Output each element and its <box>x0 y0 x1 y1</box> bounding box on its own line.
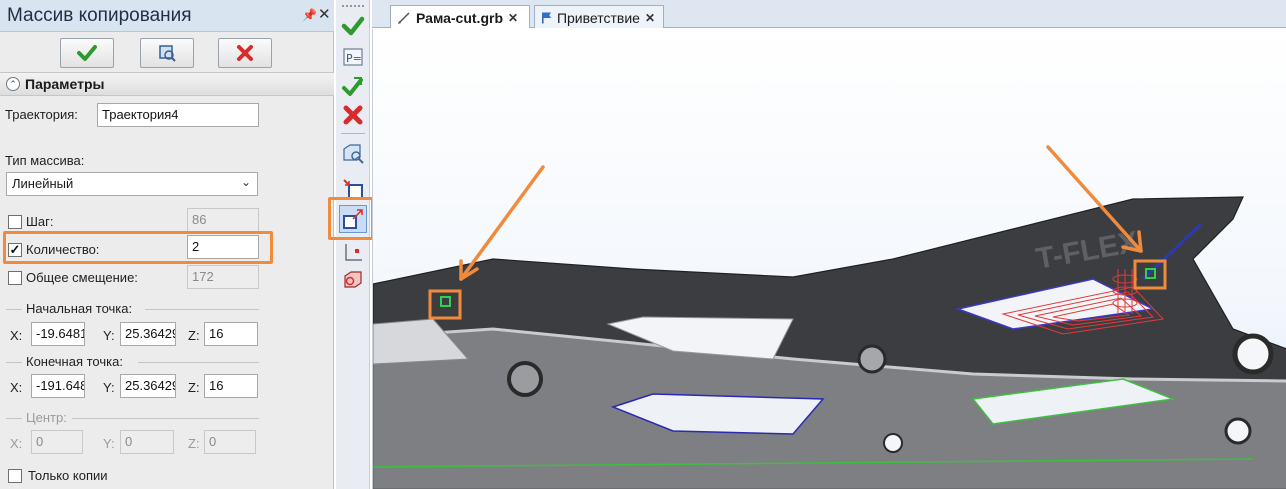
center-title: Центр: <box>26 410 67 425</box>
preview-icon <box>159 45 176 62</box>
divider <box>6 309 22 310</box>
tab-welcome[interactable]: Приветствие ✕ <box>534 5 664 28</box>
flag-icon <box>542 12 552 24</box>
ok-icon <box>341 16 365 36</box>
model-viewport[interactable]: T-FLEX <box>372 29 1286 489</box>
center-z-field[interactable]: 0 <box>204 430 256 454</box>
close-icon[interactable]: ✕ <box>508 11 518 25</box>
center-x-label: X: <box>10 436 23 451</box>
hole <box>883 433 903 453</box>
panel-header: Массив копирования 📌 ✕ <box>0 0 334 32</box>
center-y-field[interactable]: 0 <box>120 430 174 454</box>
step-field[interactable]: 86 <box>187 208 259 232</box>
array-type-value: Линейный <box>12 176 74 191</box>
toolbar-apply-button[interactable] <box>339 72 367 100</box>
parameters-section-header[interactable]: ⌃ Параметры <box>0 72 334 96</box>
vertical-toolbar: P= <box>336 0 370 489</box>
cancel-button[interactable] <box>218 38 272 68</box>
toolbar-cube-button[interactable] <box>339 266 367 294</box>
start-z-label: Z: <box>188 328 200 343</box>
start-x-label: X: <box>10 328 23 343</box>
trajectory-label: Траектория: <box>5 107 78 122</box>
svg-text:P=: P= <box>346 52 362 65</box>
count-field[interactable]: 2 <box>187 235 259 259</box>
end-y-field[interactable]: 25.36429 <box>120 374 176 398</box>
end-z-label: Z: <box>188 380 200 395</box>
toolbar-separator <box>341 133 365 134</box>
count-label: Количество: <box>26 242 100 257</box>
point-icon <box>345 244 362 261</box>
preview-button[interactable] <box>140 38 194 68</box>
count-checkbox[interactable]: ✓ <box>8 243 22 257</box>
tab-rama-cut[interactable]: Рама-cut.grb ✕ <box>390 5 530 28</box>
array-type-select[interactable]: Линейный ⌄ <box>6 172 258 196</box>
divider <box>145 309 259 310</box>
trajectory-field[interactable]: Траектория4 <box>97 103 259 127</box>
start-y-label: Y: <box>103 328 115 343</box>
center-z-label: Z: <box>188 436 200 451</box>
panel-title: Массив копирования <box>7 5 192 26</box>
start-x-field[interactable]: -19.6481 <box>31 322 85 346</box>
tab-label: Приветствие <box>556 10 640 26</box>
copies-only-checkbox[interactable] <box>8 469 22 483</box>
toolbar-params-button[interactable]: P= <box>339 43 367 71</box>
hole <box>507 361 543 397</box>
properties-panel: Массив копирования 📌 ✕ ⌃ Параметры Траек… <box>0 0 334 489</box>
toolbar-point-button[interactable] <box>339 239 367 267</box>
pin-icon[interactable]: 📌 <box>302 8 317 22</box>
apply-icon <box>342 77 363 96</box>
hole <box>1224 417 1252 445</box>
hole <box>1232 333 1274 375</box>
divider <box>72 418 259 419</box>
toolbar-cancel-button[interactable] <box>339 101 367 129</box>
close-icon[interactable]: ✕ <box>318 5 331 23</box>
divider <box>6 418 22 419</box>
start-z-field[interactable]: 16 <box>204 322 258 346</box>
document-icon <box>398 12 410 24</box>
total-offset-field[interactable]: 172 <box>187 265 259 289</box>
tab-label: Рама-cut.grb <box>416 10 504 26</box>
copies-only-label: Только копии <box>28 468 108 483</box>
checkmark-icon <box>77 45 97 61</box>
total-offset-checkbox[interactable] <box>8 271 22 285</box>
toolbar-preview-button[interactable] <box>339 139 367 167</box>
ok-button[interactable] <box>60 38 114 68</box>
cancel-icon <box>343 105 363 125</box>
end-point-title: Конечная точка: <box>26 354 123 369</box>
step-checkbox[interactable] <box>8 215 22 229</box>
center-y-label: Y: <box>103 436 115 451</box>
start-point-title: Начальная точка: <box>26 301 133 316</box>
chevron-down-icon: ⌄ <box>240 175 251 189</box>
divider <box>6 362 22 363</box>
close-icon[interactable]: ✕ <box>645 11 655 25</box>
toolbar-ok-button[interactable] <box>339 12 367 40</box>
collapse-icon[interactable]: ⌃ <box>6 77 20 91</box>
center-x-field[interactable]: 0 <box>31 430 83 454</box>
params-icon: P= <box>343 48 363 66</box>
model-canvas[interactable]: T-FLEX <box>373 29 1286 489</box>
document-tabs: Рама-cut.grb ✕ Приветствие ✕ <box>372 0 1286 28</box>
end-z-field[interactable]: 16 <box>204 374 258 398</box>
toolbar-highlight <box>328 197 374 240</box>
array-type-label: Тип массива: <box>5 153 85 168</box>
end-y-label: Y: <box>103 380 115 395</box>
end-x-field[interactable]: -191.648 <box>31 374 85 398</box>
cross-icon <box>237 45 253 61</box>
toolbar-grip[interactable] <box>342 5 364 8</box>
cube-icon <box>344 271 362 288</box>
hole <box>857 344 887 374</box>
section-title: Параметры <box>25 76 105 92</box>
step-label: Шаг: <box>26 214 54 229</box>
divider <box>138 362 259 363</box>
start-y-field[interactable]: 25.36429 <box>120 322 176 346</box>
preview-icon <box>343 144 364 164</box>
end-x-label: X: <box>10 380 23 395</box>
total-offset-label: Общее смещение: <box>26 270 138 285</box>
